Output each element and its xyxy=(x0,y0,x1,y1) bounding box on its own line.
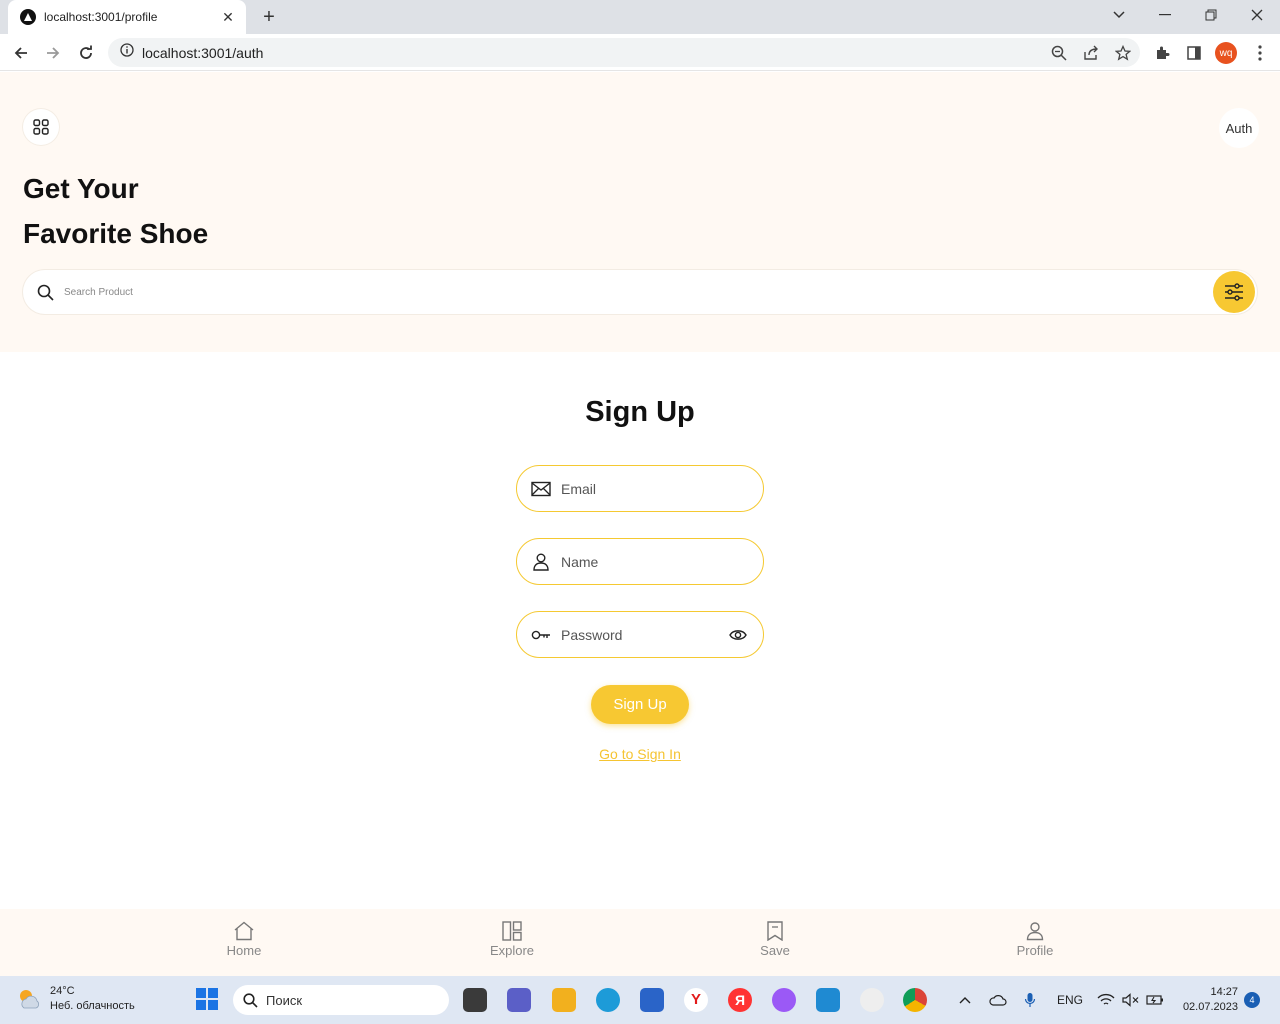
browser-toolbar: localhost:3001/auth wq xyxy=(0,34,1280,71)
file-explorer-icon[interactable] xyxy=(552,988,576,1012)
hero-title: Get Your Favorite Shoe xyxy=(23,166,208,256)
password-input[interactable]: Password xyxy=(561,627,729,643)
search-bar[interactable]: Search Product xyxy=(23,270,1257,314)
nav-item-home[interactable]: Home xyxy=(204,921,284,958)
store-icon[interactable] xyxy=(640,988,664,1012)
nav-label-home: Home xyxy=(226,943,262,958)
share-icon[interactable] xyxy=(1082,44,1100,62)
side-panel-icon[interactable] xyxy=(1181,40,1207,66)
nav-item-profile[interactable]: Profile xyxy=(995,921,1075,958)
clock-date: 02.07.2023 xyxy=(1182,1001,1238,1013)
search-icon xyxy=(37,284,54,301)
clock-time: 14:27 xyxy=(1210,986,1238,998)
vscode-icon[interactable] xyxy=(816,988,840,1012)
teams-icon[interactable] xyxy=(507,988,531,1012)
forward-button[interactable] xyxy=(40,40,66,66)
eye-icon[interactable] xyxy=(729,626,747,644)
tab-search-chevron-icon[interactable] xyxy=(1096,0,1142,30)
extensions-icon[interactable] xyxy=(1149,40,1175,66)
nav-label-explore: Explore xyxy=(489,943,535,958)
new-tab-button[interactable]: + xyxy=(258,6,280,28)
tab-close-icon[interactable]: ✕ xyxy=(220,9,236,26)
browser-tabbar: localhost:3001/profile ✕ + xyxy=(0,0,1280,34)
weather-description: Неб. облачность xyxy=(50,1000,135,1012)
battery-icon[interactable] xyxy=(1146,976,1164,1024)
search-input[interactable]: Search Product xyxy=(64,287,133,298)
task-view-icon[interactable] xyxy=(463,988,487,1012)
system-clock[interactable]: 14:27 02.07.2023 xyxy=(1172,985,1238,1015)
user-icon xyxy=(533,553,549,571)
windows-logo-tile xyxy=(196,1000,206,1010)
volume-muted-icon[interactable] xyxy=(1122,976,1140,1024)
nav-item-save[interactable]: Save xyxy=(735,921,815,958)
taskbar-search[interactable]: Поиск xyxy=(233,985,449,1015)
tab-title: localhost:3001/profile xyxy=(44,10,158,24)
microphone-icon[interactable] xyxy=(1024,976,1036,1024)
auth-button[interactable]: Auth xyxy=(1219,108,1259,148)
start-button[interactable] xyxy=(196,988,218,1010)
signup-button[interactable]: Sign Up xyxy=(591,685,689,724)
chrome-icon[interactable] xyxy=(903,988,927,1012)
signup-title: Sign Up xyxy=(585,396,695,428)
filter-button[interactable] xyxy=(1213,271,1255,313)
email-field[interactable]: Email xyxy=(516,465,764,512)
user-icon xyxy=(1026,922,1044,941)
taskbar-search-input[interactable]: Поиск xyxy=(266,993,302,1008)
temperature: 24°C xyxy=(50,985,75,997)
filter-icon xyxy=(1225,283,1243,301)
bottom-nav: Home Explore Save Profile xyxy=(0,909,1280,976)
weather-widget[interactable]: 24°C Неб. облачность xyxy=(16,984,135,1014)
yandex-browser-icon[interactable]: Y xyxy=(684,988,708,1012)
hero-line-2: Favorite Shoe xyxy=(23,218,209,249)
windows-logo-tile xyxy=(196,988,206,998)
grid-menu-icon xyxy=(33,119,49,135)
nav-label-profile: Profile xyxy=(1016,943,1054,958)
chrome-menu-icon[interactable] xyxy=(1247,40,1273,66)
notification-badge[interactable]: 4 xyxy=(1244,992,1260,1008)
windows-logo-tile xyxy=(208,1000,218,1010)
address-bar[interactable]: localhost:3001/auth xyxy=(108,38,1140,67)
key-icon xyxy=(531,630,550,639)
go-to-signin-link: Go to Sign In xyxy=(0,746,1280,762)
restore-button[interactable] xyxy=(1188,0,1234,30)
password-field[interactable]: Password xyxy=(516,611,764,658)
reload-button[interactable] xyxy=(73,40,99,66)
close-window-button[interactable] xyxy=(1234,0,1280,30)
page-header: Auth Get Your Favorite Shoe Search Produ… xyxy=(0,72,1280,352)
browser-tab[interactable]: localhost:3001/profile ✕ xyxy=(8,0,246,34)
name-field[interactable]: Name xyxy=(516,538,764,585)
email-input[interactable]: Email xyxy=(561,481,763,497)
site-info-icon[interactable] xyxy=(120,43,134,62)
windows-logo-tile xyxy=(208,988,218,998)
bookmark-icon xyxy=(767,921,783,941)
bookmark-star-icon[interactable] xyxy=(1114,44,1132,62)
os-taskbar: 24°C Неб. облачность Поиск Y Я ENG 14:27… xyxy=(0,976,1280,1024)
nav-item-explore[interactable]: Explore xyxy=(472,921,552,958)
partly-cloudy-icon xyxy=(20,990,40,1009)
onedrive-icon[interactable] xyxy=(989,976,1007,1024)
nav-label-save: Save xyxy=(760,943,790,958)
tray-overflow-icon[interactable] xyxy=(958,976,972,1024)
url-text: localhost:3001/auth xyxy=(142,44,264,61)
explore-icon xyxy=(502,921,522,941)
go-to-signin-text[interactable]: Go to Sign In xyxy=(599,746,681,762)
minimize-button[interactable] xyxy=(1142,0,1188,30)
site-favicon-icon xyxy=(20,9,36,25)
yandex-icon[interactable]: Я xyxy=(728,988,752,1012)
wifi-icon[interactable] xyxy=(1097,976,1115,1024)
edge-icon[interactable] xyxy=(596,988,620,1012)
home-icon xyxy=(234,921,254,941)
avatar: wq xyxy=(1215,42,1237,64)
back-button[interactable] xyxy=(8,40,34,66)
mail-icon xyxy=(531,481,551,496)
app-icon[interactable] xyxy=(860,988,884,1012)
name-input[interactable]: Name xyxy=(561,554,763,570)
hero-line-1: Get Your xyxy=(23,173,139,204)
menu-button[interactable] xyxy=(23,109,59,145)
language-indicator[interactable]: ENG xyxy=(1057,976,1083,1024)
alice-icon[interactable] xyxy=(772,988,796,1012)
profile-button[interactable]: wq xyxy=(1213,40,1239,66)
zoom-icon[interactable] xyxy=(1050,44,1068,62)
search-icon xyxy=(243,992,258,1008)
